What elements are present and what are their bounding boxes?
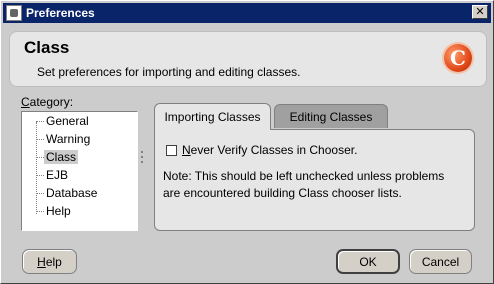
- preferences-dialog: Preferences ✕ Class Set preferences for …: [0, 0, 494, 284]
- category-label: Category:: [21, 95, 74, 109]
- class-logo-icon: C: [444, 44, 472, 72]
- category-tree[interactable]: General Warning Class EJB Database Help: [21, 111, 138, 231]
- importing-classes-panel: Never Verify Classes in Chooser. Note: T…: [154, 129, 475, 231]
- help-button[interactable]: Help: [22, 249, 77, 274]
- never-verify-label: Never Verify Classes in Chooser.: [182, 143, 358, 157]
- header-panel: Class Set preferences for importing and …: [9, 31, 487, 87]
- close-button[interactable]: ✕: [472, 5, 488, 19]
- window-title: Preferences: [26, 6, 95, 20]
- tree-item-database[interactable]: Database: [36, 185, 99, 201]
- page-subtitle: Set preferences for importing and editin…: [37, 65, 301, 79]
- note-text: Note: This should be left unchecked unle…: [163, 169, 445, 200]
- never-verify-option[interactable]: Never Verify Classes in Chooser.: [166, 143, 357, 157]
- never-verify-checkbox[interactable]: [166, 144, 177, 156]
- ok-button[interactable]: OK: [336, 249, 400, 274]
- app-icon: [6, 5, 22, 21]
- cancel-button[interactable]: Cancel: [409, 249, 472, 274]
- tree-item-class[interactable]: Class: [36, 149, 79, 165]
- title-bar[interactable]: Preferences ✕: [3, 3, 491, 23]
- page-title: Class: [24, 38, 70, 57]
- tree-item-warning[interactable]: Warning: [36, 131, 92, 147]
- tree-item-general[interactable]: General: [36, 113, 91, 129]
- tab-editing-classes[interactable]: Editing Classes: [274, 104, 388, 128]
- tree-item-ejb[interactable]: EJB: [36, 167, 70, 183]
- splitter-handle[interactable]: [141, 151, 144, 171]
- tree-item-help[interactable]: Help: [36, 203, 73, 219]
- tab-importing-classes[interactable]: Importing Classes: [154, 103, 271, 130]
